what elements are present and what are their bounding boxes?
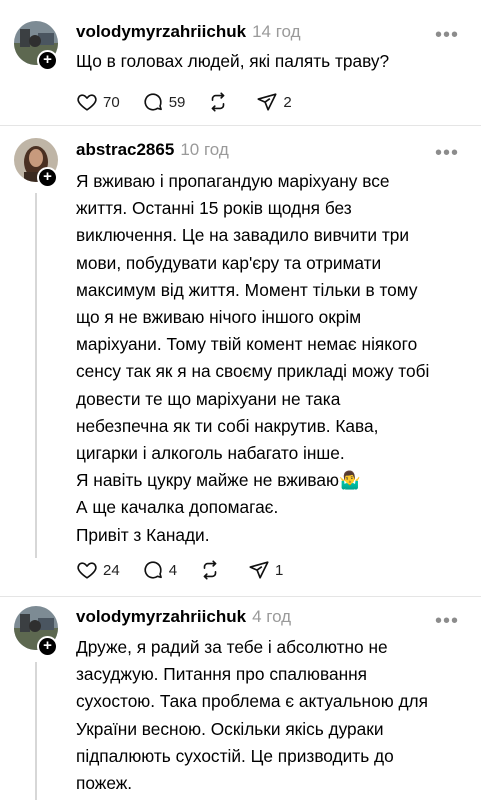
- post-text: Я вживаю і пропагандую маріхуану все жит…: [76, 171, 430, 545]
- post-header: abstrac2865 10 год: [76, 140, 229, 160]
- follow-plus-icon[interactable]: +: [37, 636, 58, 657]
- comment-button[interactable]: 4: [142, 559, 177, 581]
- comment-button[interactable]: 59: [142, 91, 186, 113]
- repost-button[interactable]: [207, 91, 234, 113]
- post-time: 4 год: [252, 607, 292, 626]
- heart-icon: [77, 562, 97, 579]
- username[interactable]: volodymyrzahriichuk: [76, 607, 246, 626]
- follow-plus-icon[interactable]: +: [37, 50, 58, 71]
- share-count: 2: [283, 93, 292, 111]
- heart-icon: [77, 94, 97, 111]
- post-header: volodymyrzahriichuk 4 год: [76, 607, 291, 627]
- post-time: 14 год: [252, 22, 301, 41]
- username[interactable]: volodymyrzahriichuk: [76, 22, 246, 41]
- follow-plus-icon[interactable]: +: [37, 167, 58, 188]
- more-dots-icon[interactable]: •••: [435, 143, 459, 163]
- share-count: 1: [275, 561, 284, 579]
- repost-icon: [203, 560, 217, 580]
- post-header: volodymyrzahriichuk 14 год: [76, 22, 301, 42]
- thread-line: [35, 662, 37, 800]
- divider: [0, 125, 481, 126]
- comment-bubble-icon: [144, 561, 162, 579]
- repost-button[interactable]: [199, 559, 226, 581]
- comment-count: 59: [168, 93, 186, 111]
- share-button[interactable]: 1: [248, 559, 283, 581]
- like-button[interactable]: 24: [76, 559, 120, 581]
- post-text: Що в головах людей, які палять траву?: [76, 51, 390, 71]
- action-bar: 24 4 1: [76, 559, 305, 581]
- post-time: 10 год: [180, 140, 229, 159]
- divider: [0, 596, 481, 597]
- repost-icon: [212, 92, 225, 112]
- more-dots-icon[interactable]: •••: [435, 25, 459, 45]
- comment-bubble-icon: [144, 93, 162, 111]
- post-text: Друже, я радий за тебе і абсолютно не за…: [76, 637, 428, 794]
- action-bar: 70 59 2: [76, 91, 314, 113]
- share-plane-icon: [249, 561, 269, 579]
- like-count: 24: [103, 561, 120, 579]
- username[interactable]: abstrac2865: [76, 140, 174, 159]
- thread-line: [35, 193, 37, 558]
- share-plane-icon: [257, 93, 277, 111]
- share-button[interactable]: 2: [256, 91, 292, 113]
- post-1: + volodymyrzahriichuk 14 год ••• Що в гол…: [0, 0, 481, 125]
- comment-count: 4: [168, 561, 178, 579]
- more-dots-icon[interactable]: •••: [435, 611, 459, 631]
- like-count: 70: [103, 93, 120, 111]
- like-button[interactable]: 70: [76, 91, 120, 113]
